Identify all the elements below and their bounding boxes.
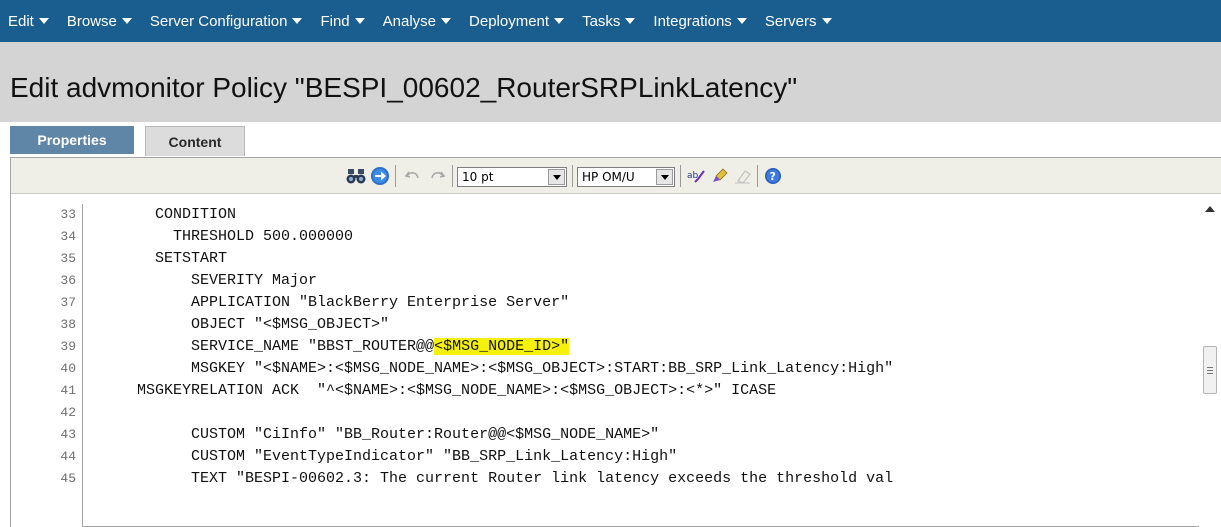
chevron-down-icon: [625, 18, 636, 24]
menu-integrations[interactable]: Integrations: [653, 12, 747, 30]
scroll-grip: [1207, 373, 1213, 374]
title-area: Edit advmonitor Policy "BESPI_00602_Rout…: [0, 42, 1221, 122]
line-number: 40: [60, 361, 76, 376]
menu-tasks-label: Tasks: [582, 12, 621, 30]
menu-find-label: Find: [320, 12, 350, 30]
menu-find[interactable]: Find: [320, 12, 365, 30]
help-icon[interactable]: ?: [763, 166, 783, 186]
line-number: 42: [60, 405, 76, 420]
find-icon[interactable]: [345, 166, 367, 186]
line-number: 45: [60, 471, 76, 486]
chevron-down-icon: [441, 18, 452, 24]
format-icon[interactable]: [709, 166, 731, 186]
policy-editor: 10 pt HP OM/U ab ? 33 34 35 36 37 38 39 …: [10, 157, 1221, 527]
menu-edit-label: Edit: [8, 12, 34, 30]
font-size-select[interactable]: 10 pt: [457, 167, 567, 187]
menu-servers[interactable]: Servers: [765, 13, 832, 30]
menu-server-configuration-label: Server Configuration: [149, 12, 288, 30]
line-number: 43: [60, 427, 76, 442]
chevron-down-icon[interactable]: [548, 169, 565, 185]
chevron-down-icon: [821, 18, 832, 24]
syntax-mode-select[interactable]: HP OM/U: [577, 167, 675, 187]
menu-edit[interactable]: Edit: [8, 13, 49, 30]
vertical-scrollbar[interactable]: [1199, 194, 1221, 527]
svg-text:?: ?: [770, 170, 776, 183]
line-number: 35: [60, 251, 76, 266]
code-line: OBJECT "<$MSG_OBJECT>": [83, 316, 390, 333]
menu-tasks[interactable]: Tasks: [582, 12, 636, 30]
code-line: CUSTOM "EventTypeIndicator" "BB_SRP_Link…: [83, 448, 678, 465]
tab-content[interactable]: Content: [145, 126, 245, 156]
menu-analyse[interactable]: Analyse: [382, 12, 452, 30]
menu-deployment-label: Deployment: [469, 12, 550, 30]
line-number: 33: [60, 207, 76, 222]
menu-server-configuration[interactable]: Server Configuration: [150, 13, 303, 30]
line-number: 38: [60, 317, 76, 332]
chevron-down-icon[interactable]: [656, 169, 673, 185]
scroll-grip: [1207, 370, 1213, 371]
line-number: 39: [60, 339, 76, 354]
line-number: 44: [60, 449, 76, 464]
chevron-down-icon: [38, 18, 49, 24]
chevron-down-icon: [354, 18, 365, 24]
toolbar-separator: [452, 165, 453, 187]
code-line: MSGKEY "<$NAME>:<$MSG_NODE_NAME>:<$MSG_O…: [83, 360, 894, 377]
scroll-thumb[interactable]: [1203, 346, 1217, 394]
code-line: MSGKEYRELATION ACK "^<$NAME>:<$MSG_NODE_…: [83, 382, 777, 399]
code-text-area[interactable]: CONDITION THRESHOLD 500.000000 SETSTART …: [83, 204, 1183, 527]
code-line: CONDITION: [83, 206, 237, 223]
toolbar-separator: [680, 165, 681, 187]
toolbar-separator: [395, 165, 396, 187]
undo-icon[interactable]: [403, 166, 423, 186]
code-line: SETSTART: [83, 250, 228, 267]
menu-browse-label: Browse: [66, 12, 117, 30]
editor-toolbar: 10 pt HP OM/U ab ?: [11, 158, 1221, 194]
font-size-value: 10 pt: [462, 170, 494, 184]
toolbar-separator: [572, 165, 573, 187]
goto-icon[interactable]: [369, 166, 391, 186]
code-line: CUSTOM "CiInfo" "BB_Router:Router@@<$MSG…: [83, 426, 660, 443]
scroll-grip: [1207, 367, 1213, 368]
chevron-down-icon: [554, 18, 565, 24]
scroll-up-icon[interactable]: [1205, 206, 1215, 212]
page-title: Edit advmonitor Policy "BESPI_00602_Rout…: [10, 72, 798, 103]
tab-properties[interactable]: Properties: [10, 126, 134, 154]
line-number: 37: [60, 295, 76, 310]
toolbar-separator: [757, 165, 758, 187]
line-number-gutter: 33 34 35 36 37 38 39 40 41 42 43 44 45: [11, 204, 83, 527]
code-line: THRESHOLD 500.000000: [83, 228, 354, 245]
line-number: 34: [60, 229, 76, 244]
search-highlight: <$MSG_NODE_ID>": [434, 338, 570, 355]
redo-icon[interactable]: [427, 166, 447, 186]
code-line: SEVERITY Major: [83, 272, 318, 289]
spellcheck-icon[interactable]: ab: [685, 166, 707, 186]
syntax-mode-value: HP OM/U: [582, 170, 635, 184]
menu-bar: Edit Browse Server Configuration Find An…: [0, 0, 1221, 42]
eraser-icon[interactable]: [733, 166, 753, 186]
menu-analyse-label: Analyse: [382, 12, 437, 30]
code-line: SERVICE_NAME "BBST_ROUTER@@<$MSG_NODE_ID…: [83, 336, 570, 358]
code-line: APPLICATION "BlackBerry Enterprise Serve…: [83, 294, 570, 311]
line-number: 41: [60, 383, 76, 398]
chevron-down-icon: [736, 18, 747, 24]
menu-browse[interactable]: Browse: [67, 13, 132, 30]
chevron-down-icon: [292, 18, 303, 24]
line-number: 36: [60, 273, 76, 288]
chevron-down-icon: [121, 18, 132, 24]
code-line-text: SERVICE_NAME "BBST_ROUTER@@: [83, 338, 435, 355]
menu-integrations-label: Integrations: [653, 12, 732, 30]
menu-deployment[interactable]: Deployment: [469, 12, 565, 30]
menu-servers-label: Servers: [764, 12, 817, 30]
code-line: TEXT "BESPI-00602.3: The current Router …: [83, 470, 894, 487]
